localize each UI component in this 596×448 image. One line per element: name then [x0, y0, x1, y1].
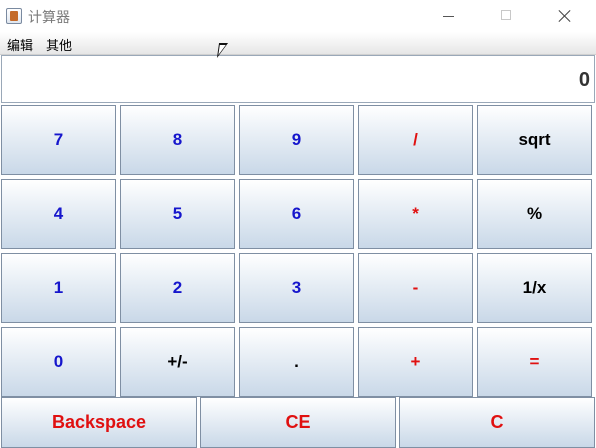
title-bar: 计算器	[0, 0, 596, 32]
menu-edit[interactable]: 编辑	[7, 35, 33, 54]
key-dot[interactable]: .	[239, 327, 354, 397]
minimize-icon[interactable]	[420, 0, 478, 32]
key-6[interactable]: 6	[239, 179, 354, 249]
java-cup-icon	[6, 8, 22, 24]
ce-button[interactable]: CE	[200, 397, 396, 448]
key-reciprocal[interactable]: 1/x	[477, 253, 592, 323]
menu-bar: 编辑 其他	[0, 32, 596, 55]
c-button[interactable]: C	[399, 397, 595, 448]
key-equals[interactable]: =	[477, 327, 592, 397]
key-3[interactable]: 3	[239, 253, 354, 323]
result-display: 0	[1, 55, 595, 103]
key-9[interactable]: 9	[239, 105, 354, 175]
key-sign[interactable]: +/-	[120, 327, 235, 397]
key-1[interactable]: 1	[1, 253, 116, 323]
key-2[interactable]: 2	[120, 253, 235, 323]
key-7[interactable]: 7	[1, 105, 116, 175]
window-title: 计算器	[28, 10, 70, 26]
key-percent[interactable]: %	[477, 179, 592, 249]
key-minus[interactable]: -	[358, 253, 473, 323]
backspace-button[interactable]: Backspace	[1, 397, 197, 448]
key-0[interactable]: 0	[1, 327, 116, 397]
key-5[interactable]: 5	[120, 179, 235, 249]
key-4[interactable]: 4	[1, 179, 116, 249]
display-value: 0	[578, 69, 590, 91]
close-icon[interactable]	[536, 0, 594, 32]
key-divide[interactable]: /	[358, 105, 473, 175]
key-multiply[interactable]: *	[358, 179, 473, 249]
key-8[interactable]: 8	[120, 105, 235, 175]
menu-other[interactable]: 其他	[46, 35, 72, 54]
key-plus[interactable]: +	[358, 327, 473, 397]
maximize-icon[interactable]	[478, 0, 536, 32]
key-sqrt[interactable]: sqrt	[477, 105, 592, 175]
